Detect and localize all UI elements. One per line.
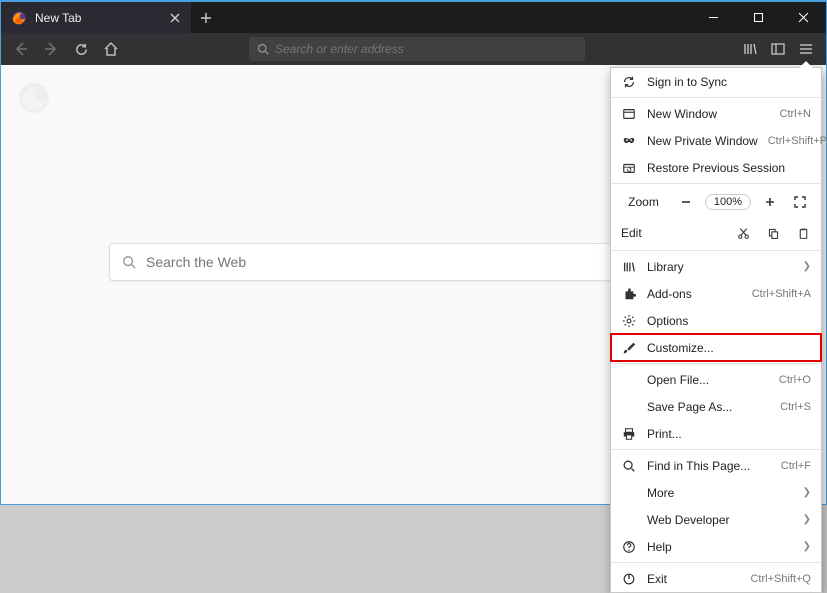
menu-label: New Window (647, 107, 770, 121)
gear-icon (621, 313, 637, 329)
chevron-right-icon: ❯ (803, 514, 811, 525)
tab-title: New Tab (35, 11, 167, 25)
menu-sign-in-to-sync[interactable]: Sign in to Sync (611, 68, 821, 95)
zoom-out-button[interactable] (675, 191, 697, 213)
back-button[interactable] (7, 35, 35, 63)
menu-new-private-window[interactable]: New Private Window Ctrl+Shift+P (611, 127, 821, 154)
menu-print[interactable]: Print... (611, 420, 821, 447)
menu-label: Find in This Page... (647, 459, 771, 473)
menu-shortcut: Ctrl+O (779, 374, 811, 386)
menu-open-file[interactable]: Open File... Ctrl+O (611, 366, 821, 393)
tab-newtab[interactable]: New Tab (1, 2, 191, 33)
paste-icon[interactable] (795, 225, 811, 241)
zoom-in-button[interactable] (759, 191, 781, 213)
puzzle-icon (621, 286, 637, 302)
home-button[interactable] (97, 35, 125, 63)
help-icon (621, 539, 637, 555)
menu-addons[interactable]: Add-ons Ctrl+Shift+A (611, 280, 821, 307)
menu-find[interactable]: Find in This Page... Ctrl+F (611, 452, 821, 479)
search-icon (621, 458, 637, 474)
separator (611, 562, 821, 563)
content-area: Sign in to Sync New Window Ctrl+N New Pr… (1, 65, 826, 504)
menu-label: New Private Window (647, 134, 758, 148)
menu-label: Save Page As... (647, 400, 770, 414)
nav-toolbar (1, 33, 826, 65)
menu-shortcut: Ctrl+Shift+Q (750, 573, 811, 585)
menu-label: Library (647, 260, 793, 274)
menu-options[interactable]: Options (611, 307, 821, 334)
edit-label: Edit (621, 226, 721, 240)
menu-label: Exit (647, 572, 740, 586)
close-tab-icon[interactable] (167, 10, 183, 26)
chevron-right-icon: ❯ (803, 541, 811, 552)
browser-window: New Tab (1, 2, 826, 504)
minimize-button[interactable] (691, 2, 736, 33)
chevron-right-icon: ❯ (803, 261, 811, 272)
fullscreen-button[interactable] (789, 191, 811, 213)
menu-help[interactable]: Help ❯ (611, 533, 821, 560)
menu-shortcut: Ctrl+Shift+A (752, 288, 811, 300)
search-icon (122, 255, 136, 269)
window-icon (621, 106, 637, 122)
menu-customize[interactable]: Customize... (611, 334, 821, 361)
power-icon (621, 571, 637, 587)
sidebar-button[interactable] (764, 35, 792, 63)
separator (611, 250, 821, 251)
menu-label: Help (647, 540, 793, 554)
paintbrush-icon (621, 340, 637, 356)
menu-label: Options (647, 314, 811, 328)
titlebar-spacer (221, 2, 691, 33)
restore-icon (621, 160, 637, 176)
sync-icon (621, 74, 637, 90)
copy-icon[interactable] (765, 225, 781, 241)
titlebar: New Tab (1, 2, 826, 33)
zoom-label: Zoom (621, 195, 667, 209)
menu-zoom-row: Zoom 100% (611, 186, 821, 218)
menu-library[interactable]: Library ❯ (611, 253, 821, 280)
cut-icon[interactable] (735, 225, 751, 241)
menu-shortcut: Ctrl+N (780, 108, 811, 120)
menu-label: Print... (647, 427, 811, 441)
close-window-button[interactable] (781, 2, 826, 33)
menu-label: Open File... (647, 373, 769, 387)
menu-shortcut: Ctrl+Shift+P (768, 135, 827, 147)
library-button[interactable] (736, 35, 764, 63)
zoom-value[interactable]: 100% (705, 194, 751, 210)
mask-icon (621, 133, 637, 149)
separator (611, 449, 821, 450)
forward-button[interactable] (37, 35, 65, 63)
url-bar[interactable] (249, 37, 585, 61)
menu-exit[interactable]: Exit Ctrl+Shift+Q (611, 565, 821, 592)
menu-more[interactable]: More ❯ (611, 479, 821, 506)
menu-web-developer[interactable]: Web Developer ❯ (611, 506, 821, 533)
menu-save-page[interactable]: Save Page As... Ctrl+S (611, 393, 821, 420)
menu-label: Customize... (647, 341, 811, 355)
menu-shortcut: Ctrl+F (781, 460, 811, 472)
maximize-button[interactable] (736, 2, 781, 33)
firefox-favicon-icon (11, 10, 27, 26)
window-controls (691, 2, 826, 33)
menu-label: Sign in to Sync (647, 75, 811, 89)
library-icon (621, 259, 637, 275)
menu-restore-session[interactable]: Restore Previous Session (611, 154, 821, 181)
menu-new-window[interactable]: New Window Ctrl+N (611, 100, 821, 127)
menu-label: Restore Previous Session (647, 161, 811, 175)
separator (611, 97, 821, 98)
search-icon (257, 43, 269, 55)
separator (611, 183, 821, 184)
separator (611, 363, 821, 364)
new-tab-button[interactable] (191, 2, 221, 33)
app-menu-panel: Sign in to Sync New Window Ctrl+N New Pr… (610, 67, 822, 593)
firefox-logo-icon (17, 81, 51, 115)
menu-label: Add-ons (647, 287, 742, 301)
chevron-right-icon: ❯ (803, 487, 811, 498)
menu-shortcut: Ctrl+S (780, 401, 811, 413)
menu-label: Web Developer (647, 513, 793, 527)
reload-button[interactable] (67, 35, 95, 63)
url-input[interactable] (275, 42, 577, 56)
menu-edit-row: Edit (611, 218, 821, 248)
print-icon (621, 426, 637, 442)
menu-label: More (647, 486, 793, 500)
hamburger-menu-button[interactable] (792, 35, 820, 63)
